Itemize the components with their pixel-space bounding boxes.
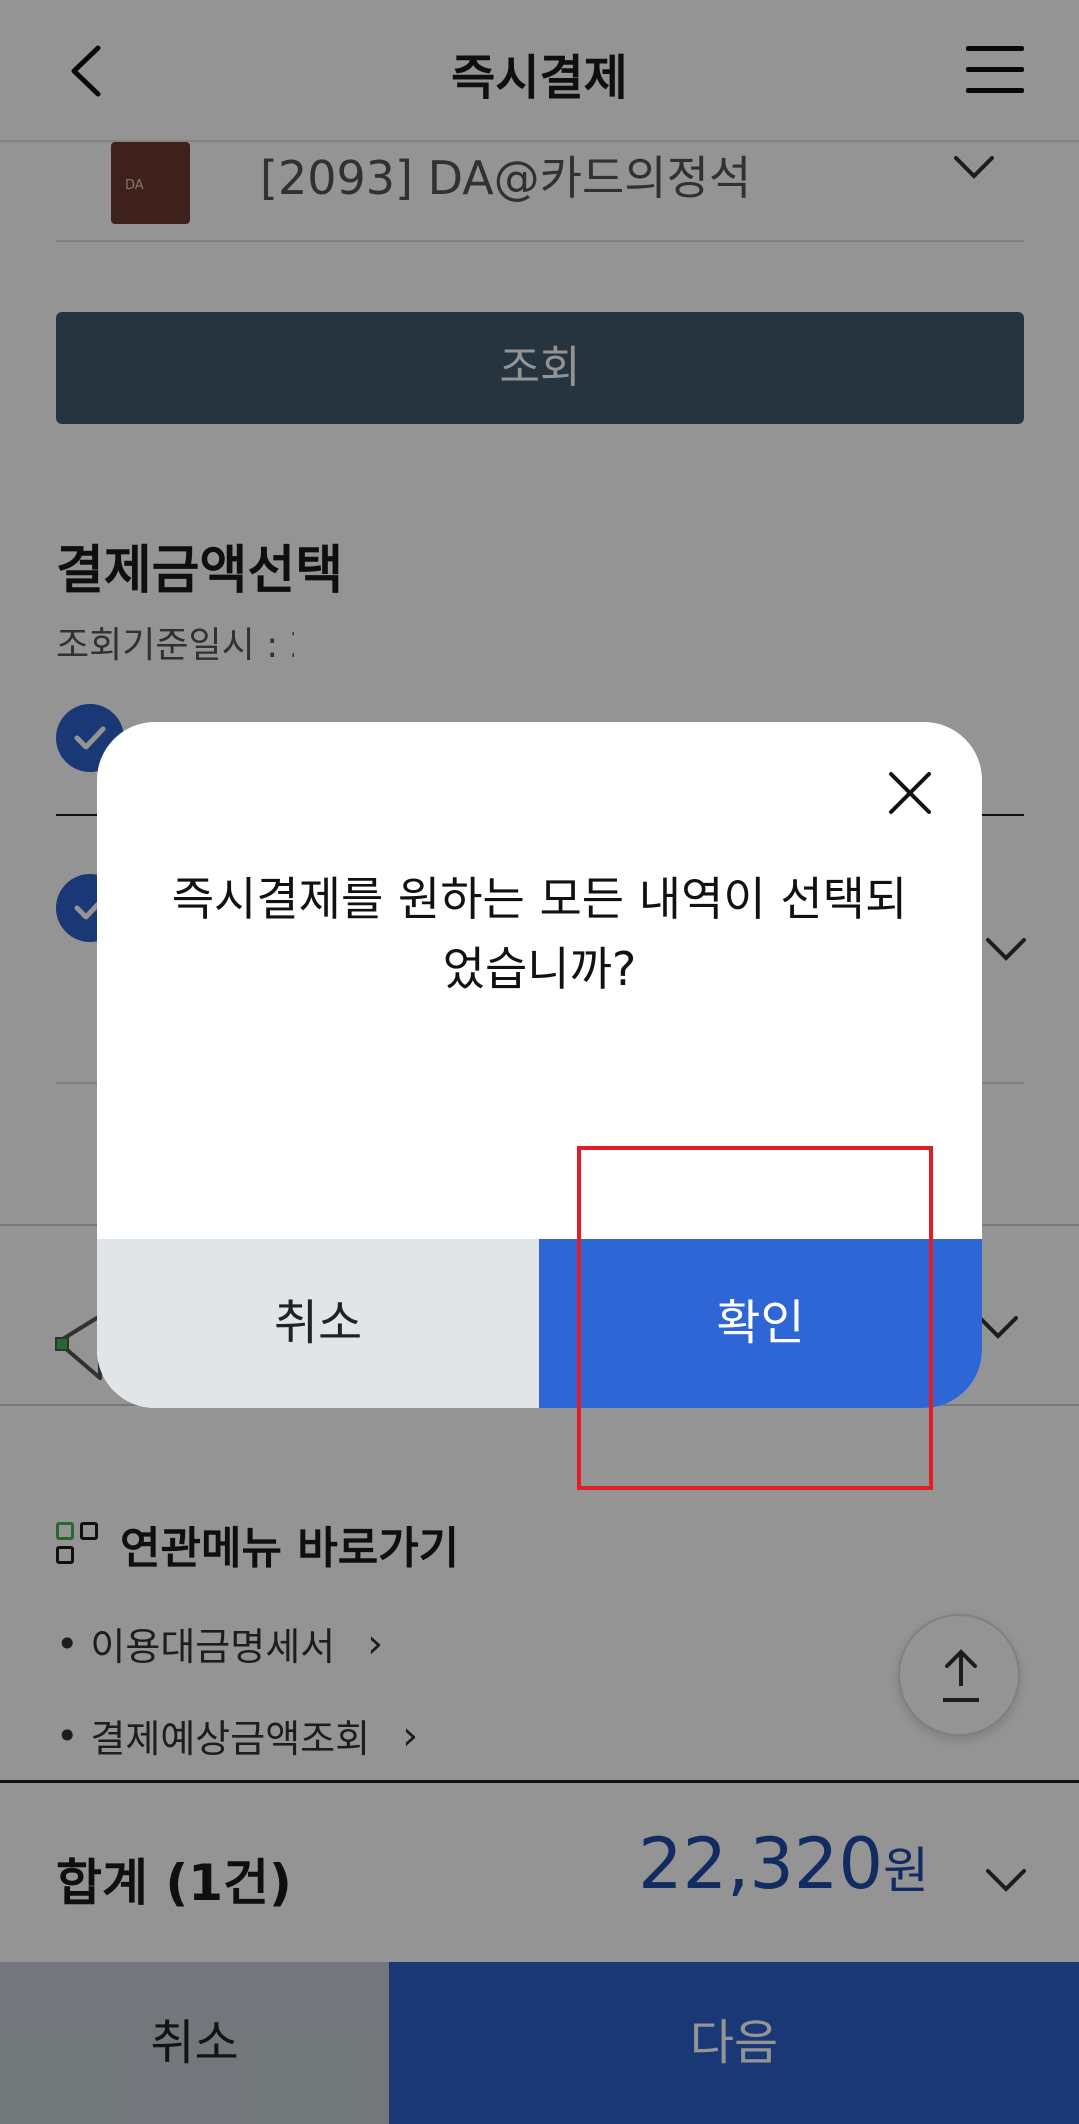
- dialog-message-line: 즉시결제를 원하는 모든 내역이 선택되: [171, 872, 908, 926]
- dialog-cancel-button[interactable]: 취소: [97, 1239, 539, 1408]
- close-icon[interactable]: [887, 770, 933, 816]
- dialog-message: 즉시결제를 원하는 모든 내역이 선택되 었습니까?: [137, 864, 942, 1004]
- dialog-message-line: 었습니까?: [442, 942, 637, 996]
- highlight-box: [577, 1146, 933, 1490]
